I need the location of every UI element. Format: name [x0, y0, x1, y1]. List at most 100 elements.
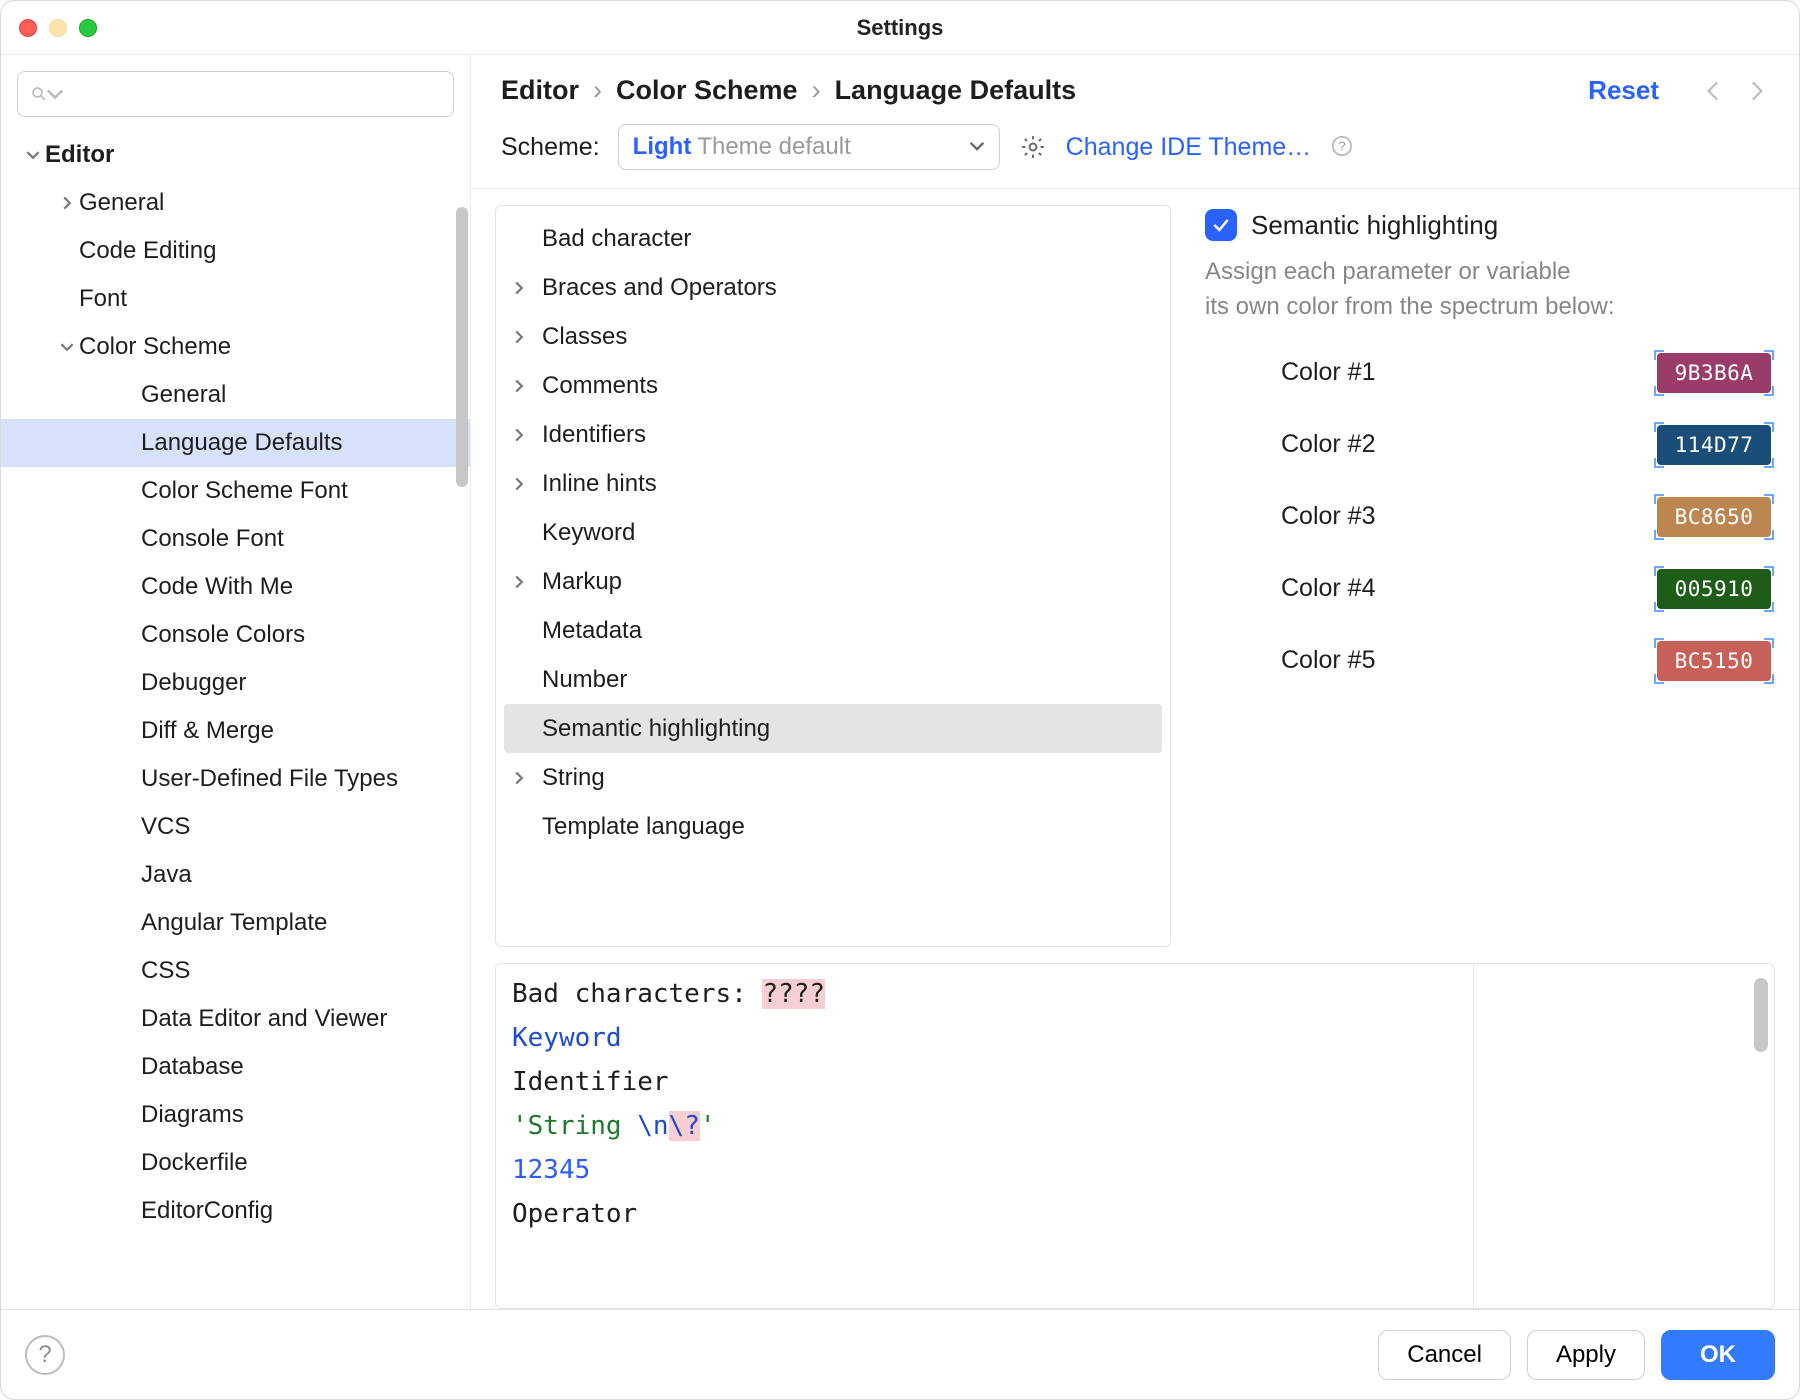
forward-icon[interactable]	[1743, 78, 1769, 104]
attributes-list[interactable]: Bad character Braces and Operators Classes…	[495, 205, 1171, 947]
breadcrumb-item: Language Defaults	[835, 75, 1077, 106]
sidebar-item[interactable]: EditorConfig	[1, 1187, 470, 1235]
chevron-right-icon[interactable]	[512, 379, 542, 393]
window-controls	[19, 19, 97, 37]
attribute-item[interactable]: Inline hints	[504, 459, 1162, 508]
attribute-item[interactable]: Identifiers	[504, 410, 1162, 459]
sidebar-item[interactable]: Language Defaults	[1, 419, 470, 467]
sidebar-scrollbar[interactable]	[456, 207, 468, 487]
sidebar-item[interactable]: Color Scheme Font	[1, 467, 470, 515]
breadcrumb-item[interactable]: Color Scheme	[616, 75, 798, 106]
settings-window: Settings EditorGeneralCode EditingFontCo…	[0, 0, 1800, 1400]
chevron-right-icon[interactable]	[512, 575, 542, 589]
chevron-right-icon[interactable]	[512, 771, 542, 785]
help-button[interactable]: ?	[25, 1335, 65, 1375]
sidebar-item[interactable]: Database	[1, 1043, 470, 1091]
chevron-down-icon	[46, 85, 64, 103]
checkmark-icon	[1211, 215, 1231, 235]
attribute-item-label: Classes	[542, 323, 627, 351]
sidebar-item[interactable]: Diagrams	[1, 1091, 470, 1139]
sidebar-item[interactable]: General	[1, 179, 470, 227]
attribute-item[interactable]: Braces and Operators	[504, 263, 1162, 312]
sidebar-item[interactable]: General	[1, 371, 470, 419]
attribute-item[interactable]: Keyword	[504, 508, 1162, 557]
attribute-item[interactable]: Comments	[504, 361, 1162, 410]
color-swatch[interactable]: 005910	[1657, 569, 1771, 609]
attribute-item[interactable]: Classes	[504, 312, 1162, 361]
settings-tree[interactable]: EditorGeneralCode EditingFontColor Schem…	[1, 131, 470, 1309]
sidebar-item[interactable]: Debugger	[1, 659, 470, 707]
attribute-item-label: Keyword	[542, 519, 635, 547]
sidebar-item[interactable]: Font	[1, 275, 470, 323]
dialog-footer: ? Cancel Apply OK	[1, 1309, 1799, 1399]
ok-button[interactable]: OK	[1661, 1330, 1775, 1380]
preview-line: 'String \n\?'	[512, 1104, 1758, 1148]
sidebar-item-label: Diff & Merge	[141, 717, 274, 745]
help-icon[interactable]: ?	[1331, 135, 1353, 160]
change-ide-theme-link[interactable]: Change IDE Theme…	[1066, 133, 1312, 162]
reset-link[interactable]: Reset	[1588, 75, 1659, 106]
attribute-item[interactable]: Metadata	[504, 606, 1162, 655]
window-minimize-button[interactable]	[49, 19, 67, 37]
chevron-right-icon[interactable]	[512, 330, 542, 344]
sidebar-item[interactable]: VCS	[1, 803, 470, 851]
sidebar-item-label: Database	[141, 1053, 244, 1081]
sidebar-item[interactable]: Diff & Merge	[1, 707, 470, 755]
color-swatch[interactable]: 114D77	[1657, 425, 1771, 465]
cancel-button[interactable]: Cancel	[1378, 1330, 1511, 1380]
history-nav	[1701, 78, 1769, 104]
color-label: Color #5	[1281, 646, 1481, 675]
color-swatch[interactable]: BC5150	[1657, 641, 1771, 681]
checkbox-label: Semantic highlighting	[1251, 210, 1498, 241]
sidebar-item[interactable]: Color Scheme	[1, 323, 470, 371]
window-maximize-button[interactable]	[79, 19, 97, 37]
chevron-right-icon[interactable]	[55, 196, 79, 210]
color-swatch-list: Color #19B3B6AColor #2114D77Color #3BC86…	[1205, 353, 1771, 681]
scheme-select[interactable]: Light Theme default	[618, 124, 1000, 170]
sidebar-item[interactable]: Data Editor and Viewer	[1, 995, 470, 1043]
sidebar-item[interactable]: Dockerfile	[1, 1139, 470, 1187]
attribute-item-label: String	[542, 764, 605, 792]
attribute-item[interactable]: Bad character	[504, 214, 1162, 263]
sidebar-item[interactable]: Angular Template	[1, 899, 470, 947]
sidebar-item[interactable]: Code Editing	[1, 227, 470, 275]
sidebar-item[interactable]: Console Colors	[1, 611, 470, 659]
chevron-down-icon	[969, 133, 985, 161]
preview-pane[interactable]: Bad characters: ???? Keyword Identifier …	[495, 963, 1775, 1309]
sidebar-item[interactable]: Editor	[1, 131, 470, 179]
search-input[interactable]	[17, 71, 454, 117]
chevron-down-icon[interactable]	[21, 148, 45, 162]
chevron-right-icon[interactable]	[512, 428, 542, 442]
semantic-highlighting-checkbox[interactable]	[1205, 209, 1237, 241]
color-swatch[interactable]: BC8650	[1657, 497, 1771, 537]
sidebar-item[interactable]: User-Defined File Types	[1, 755, 470, 803]
sidebar-item-label: VCS	[141, 813, 190, 841]
chevron-right-icon[interactable]	[512, 477, 542, 491]
back-icon[interactable]	[1701, 78, 1727, 104]
sidebar-item-label: Editor	[45, 141, 114, 169]
sidebar-item[interactable]: Code With Me	[1, 563, 470, 611]
chevron-down-icon[interactable]	[55, 340, 79, 354]
attribute-item-label: Braces and Operators	[542, 274, 777, 302]
color-swatch[interactable]: 9B3B6A	[1657, 353, 1771, 393]
attribute-item[interactable]: String	[504, 753, 1162, 802]
attribute-item[interactable]: Number	[504, 655, 1162, 704]
sidebar-item-label: Font	[79, 285, 127, 313]
scheme-actions-button[interactable]	[1018, 132, 1048, 162]
sidebar-item-label: Color Scheme Font	[141, 477, 348, 505]
breadcrumb-item[interactable]: Editor	[501, 75, 579, 106]
sidebar-item[interactable]: Console Font	[1, 515, 470, 563]
sidebar-item[interactable]: Java	[1, 851, 470, 899]
scheme-selected-name: Light	[633, 133, 692, 161]
attribute-item[interactable]: Semantic highlighting	[504, 704, 1162, 753]
sidebar-item-label: General	[141, 381, 226, 409]
attribute-item[interactable]: Template language	[504, 802, 1162, 851]
window-close-button[interactable]	[19, 19, 37, 37]
attribute-item[interactable]: Markup	[504, 557, 1162, 606]
chevron-right-icon[interactable]	[512, 281, 542, 295]
apply-button[interactable]: Apply	[1527, 1330, 1645, 1380]
sidebar-item-label: User-Defined File Types	[141, 765, 398, 793]
sidebar-item[interactable]: CSS	[1, 947, 470, 995]
preview-scrollbar[interactable]	[1754, 978, 1768, 1052]
sidebar-item-label: Console Font	[141, 525, 284, 553]
